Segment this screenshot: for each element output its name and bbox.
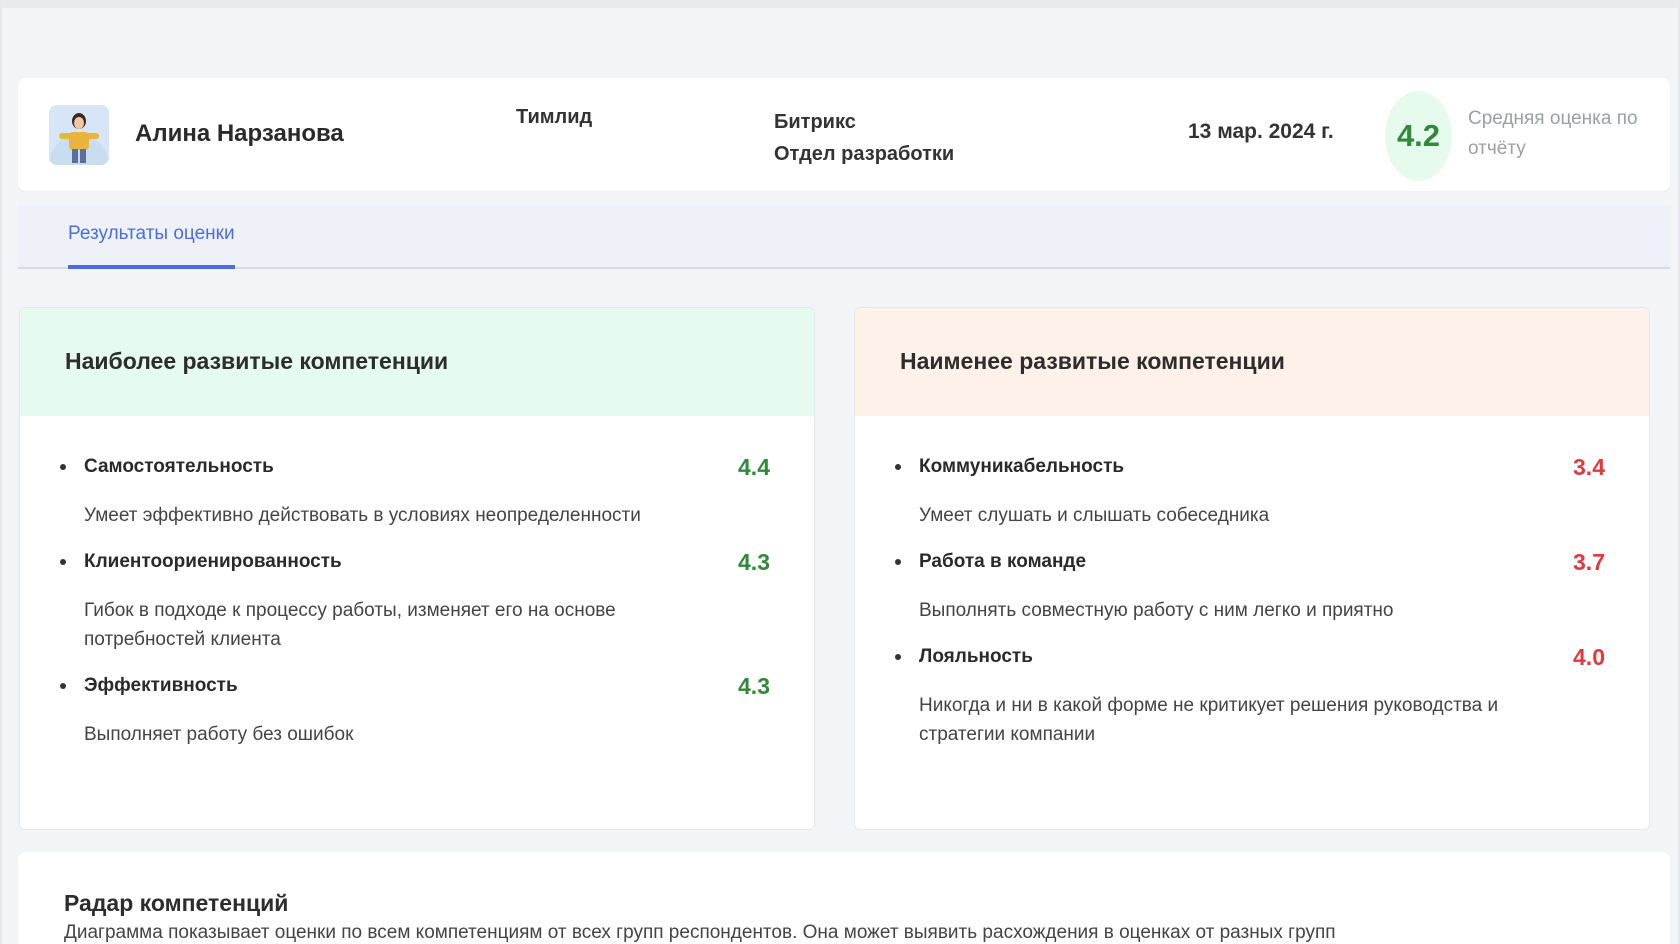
avatar[interactable] xyxy=(49,105,109,165)
best-competences-title: Наиболее развитые компетенции xyxy=(20,308,814,416)
competence-description: Выполнять совместную работу с ним легко … xyxy=(919,600,1394,621)
best-competences-card: Наиболее развитые компетенции Самостояте… xyxy=(19,307,815,830)
competence-score: 4.4 xyxy=(738,454,770,480)
competence-name: Лояльность xyxy=(919,646,1033,667)
average-score-caption: Средняя оценка по отчёту xyxy=(1468,108,1638,159)
worst-competences-card: Наименее развитые компетенции Коммуникаб… xyxy=(854,307,1650,830)
page-frame: Алина Нарзанова Тимлид Битрикс Отдел раз… xyxy=(0,0,1680,944)
list-item: Клиентоориенированность 4.3 Гибок в подх… xyxy=(20,548,814,654)
employee-name: Алина Нарзанова xyxy=(135,120,344,147)
competence-description: Выполняет работу без ошибок xyxy=(84,724,354,745)
competence-score: 3.4 xyxy=(1573,454,1605,480)
competence-score: 3.7 xyxy=(1573,549,1605,575)
competence-name: Самостоятельность xyxy=(84,456,274,477)
employee-header-card: Алина Нарзанова Тимлид Битрикс Отдел раз… xyxy=(18,78,1670,191)
report-date: 13 мар. 2024 г. xyxy=(1188,120,1334,143)
radar-description: Диаграмма показывает оценки по всем комп… xyxy=(64,922,1336,943)
competence-score: 4.3 xyxy=(738,673,770,699)
tab-results[interactable]: Результаты оценки xyxy=(68,223,235,269)
list-item: Коммуникабельность 3.4 Умеет слушать и с… xyxy=(855,453,1649,530)
competence-name: Коммуникабельность xyxy=(919,456,1125,477)
tabs-bar: Результаты оценки xyxy=(18,205,1670,269)
avatar-image xyxy=(49,105,109,165)
competence-description: Умеет слушать и слышать собеседника xyxy=(919,505,1270,526)
competence-description: Гибок в подходе к процессу работы, измен… xyxy=(84,600,616,650)
list-item: Эффективность 4.3 Выполняет работу без о… xyxy=(20,672,814,749)
radar-card: Радар компетенций Диаграмма показывает о… xyxy=(18,852,1670,944)
list-item: Самостоятельность 4.4 Умеет эффективно д… xyxy=(20,453,814,530)
competence-name: Работа в команде xyxy=(919,551,1087,572)
worst-competences-title: Наименее развитые компетенции xyxy=(855,308,1649,416)
employee-department: Отдел разработки xyxy=(774,143,955,165)
employee-company: Битрикс xyxy=(774,111,856,133)
list-item: Лояльность 4.0 Никогда и ни в какой форм… xyxy=(855,643,1649,749)
average-score-badge: 4.2 xyxy=(1385,91,1452,181)
competence-name: Эффективность xyxy=(84,675,238,696)
list-item: Работа в команде 3.7 Выполнять совместну… xyxy=(855,548,1649,625)
competence-description: Умеет эффективно действовать в условиях … xyxy=(84,505,641,526)
competence-score: 4.3 xyxy=(738,549,770,575)
competence-name: Клиентоориенированность xyxy=(84,551,342,572)
radar-title: Радар компетенций xyxy=(64,890,289,916)
competence-score: 4.0 xyxy=(1573,644,1605,670)
competence-description: Никогда и ни в какой форме не критикует … xyxy=(919,695,1499,745)
worst-competences-list: Коммуникабельность 3.4 Умеет слушать и с… xyxy=(855,453,1649,767)
employee-role: Тимлид xyxy=(516,106,593,128)
employee-company-block: Битрикс Отдел разработки xyxy=(774,106,954,170)
best-competences-list: Самостоятельность 4.4 Умеет эффективно д… xyxy=(20,453,814,767)
